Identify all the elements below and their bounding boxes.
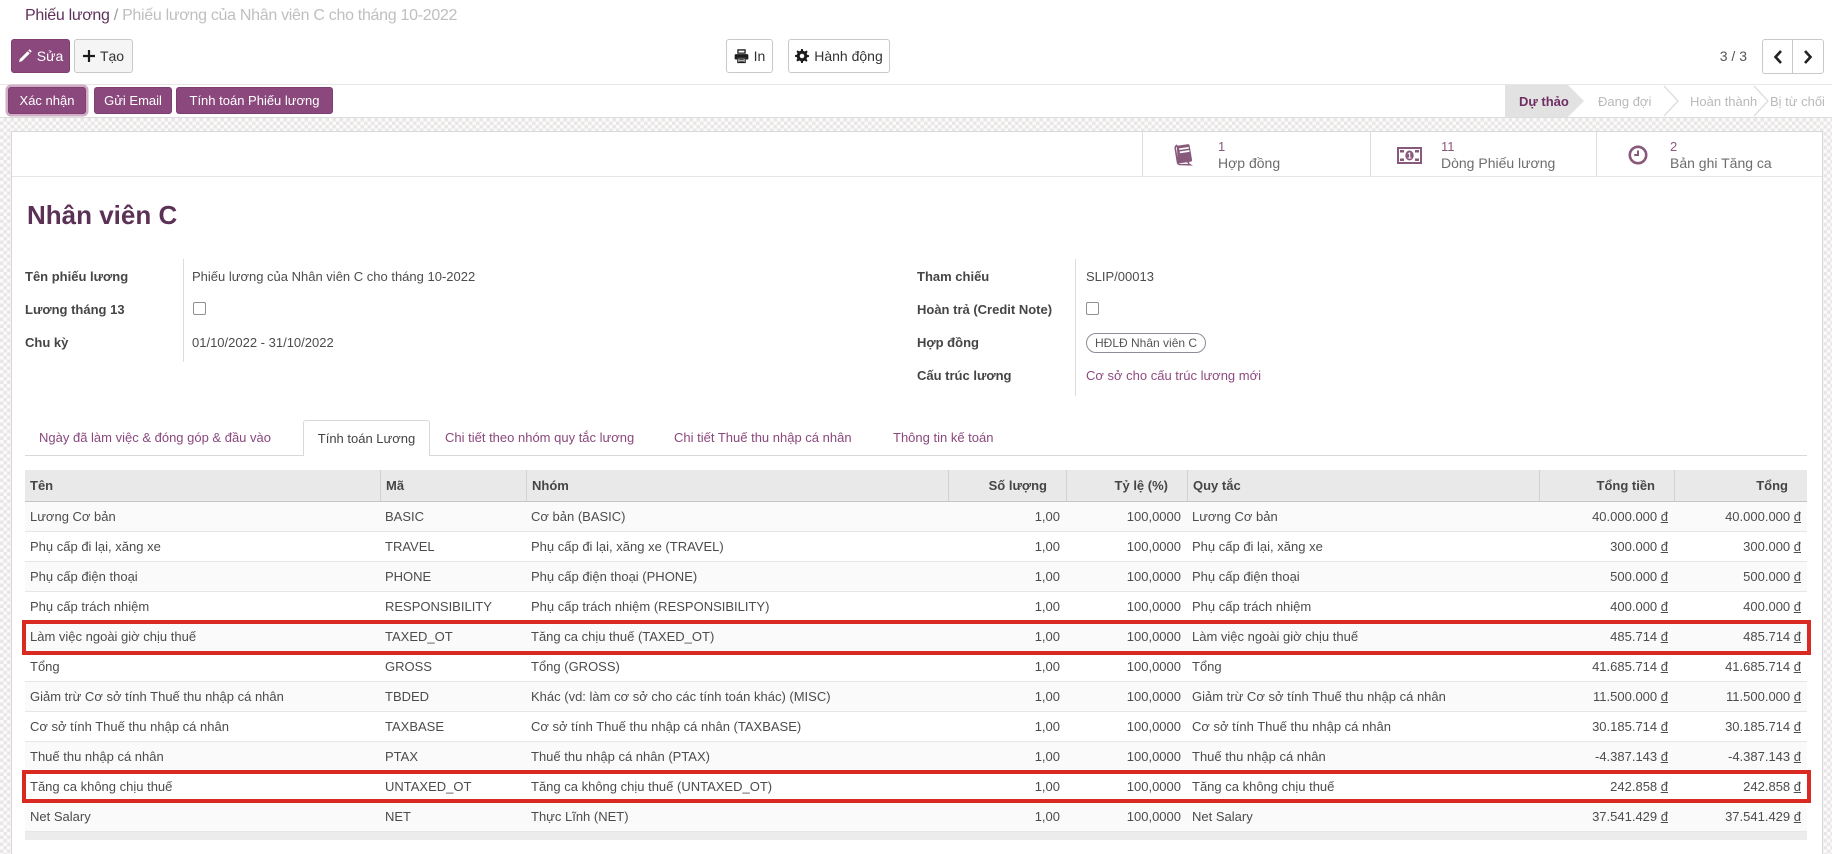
svg-text:1: 1 — [1407, 152, 1412, 161]
